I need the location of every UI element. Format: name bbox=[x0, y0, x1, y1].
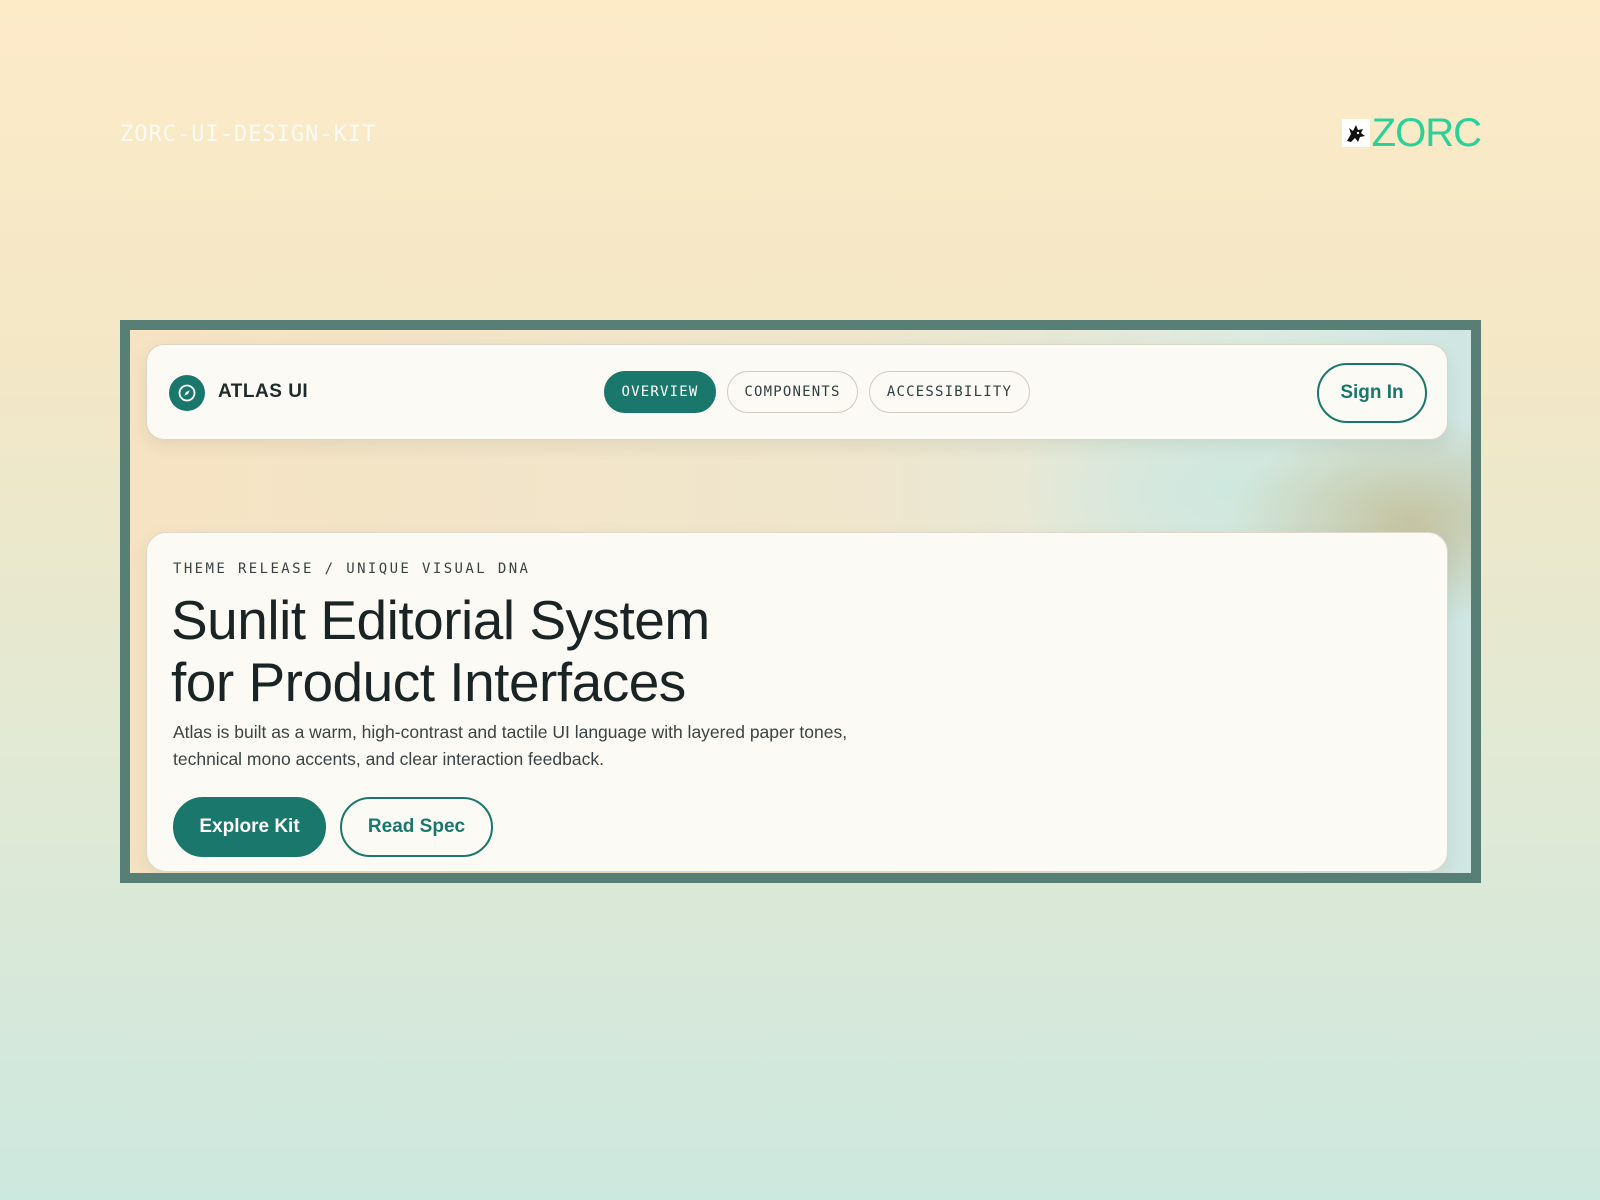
preview-frame: ATLAS UI OVERVIEW COMPONENTS ACCESSIBILI… bbox=[120, 320, 1481, 883]
hero-eyebrow: THEME RELEASE / UNIQUE VISUAL DNA bbox=[173, 561, 531, 577]
nav-tabs: OVERVIEW COMPONENTS ACCESSIBILITY bbox=[604, 371, 1030, 413]
compass-icon[interactable] bbox=[169, 375, 205, 411]
hero-headline: Sunlit Editorial System for Product Inte… bbox=[171, 589, 971, 713]
hero-description-line-1: Atlas is built as a warm, high-contrast … bbox=[173, 722, 848, 742]
explore-kit-button[interactable]: Explore Kit bbox=[173, 797, 326, 857]
tab-components[interactable]: COMPONENTS bbox=[727, 371, 858, 413]
hero-description-line-2: technical mono accents, and clear intera… bbox=[173, 749, 604, 769]
hero-card: THEME RELEASE / UNIQUE VISUAL DNA Sunlit… bbox=[146, 532, 1448, 872]
top-navbar: ATLAS UI OVERVIEW COMPONENTS ACCESSIBILI… bbox=[146, 344, 1448, 440]
tab-accessibility[interactable]: ACCESSIBILITY bbox=[869, 371, 1030, 413]
hero-headline-line-1: Sunlit Editorial System bbox=[171, 589, 710, 651]
hero-description: Atlas is built as a warm, high-contrast … bbox=[173, 719, 893, 773]
brand-name: ZORC bbox=[1371, 111, 1482, 155]
wolf-head-icon bbox=[1341, 119, 1370, 147]
app-name[interactable]: ATLAS UI bbox=[218, 381, 308, 403]
brand-logo: ZORC bbox=[1341, 111, 1482, 155]
read-spec-button[interactable]: Read Spec bbox=[340, 797, 493, 857]
kit-label: ZORC-UI-DESIGN-KIT bbox=[120, 122, 377, 147]
hero-headline-line-2: for Product Interfaces bbox=[171, 651, 686, 713]
sign-in-button[interactable]: Sign In bbox=[1317, 363, 1427, 423]
tab-overview[interactable]: OVERVIEW bbox=[604, 371, 716, 413]
